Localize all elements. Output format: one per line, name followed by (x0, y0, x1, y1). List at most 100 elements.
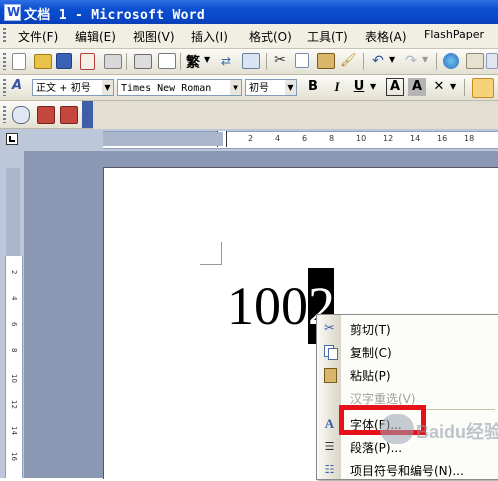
cut-icon[interactable]: ✂ (272, 52, 288, 68)
chevron-down-icon[interactable]: ▼ (370, 82, 376, 91)
ruler-tick-label: 10 (10, 374, 18, 383)
context-item-label: 剪切(T) (350, 323, 391, 337)
ruler-tick-label: 16 (437, 134, 448, 143)
margin-corner-mark (200, 242, 222, 265)
word-app-icon[interactable] (4, 4, 21, 21)
separator (180, 53, 181, 70)
character-scaling-icon[interactable]: ✕ (431, 79, 447, 95)
character-border-button[interactable]: A (386, 78, 404, 96)
separator (436, 53, 437, 70)
copy-icon[interactable] (295, 53, 309, 68)
separator (464, 79, 465, 96)
copy-icon (322, 344, 338, 360)
menu-table[interactable]: 表格(A) (365, 28, 407, 45)
toolbar-grip[interactable] (3, 106, 6, 123)
context-menu: ✂ 剪切(T) 复制(C) 粘贴(P) 汉字重选(V) A 字体(F)... ☰… (316, 314, 498, 480)
context-item-paste[interactable]: 粘贴(P) (317, 363, 498, 386)
toolbar-area-filler (93, 101, 498, 129)
hyperlink-icon[interactable] (443, 53, 459, 69)
chevron-down-icon[interactable]: ▼ (204, 55, 210, 64)
menu-edit[interactable]: 编辑(E) (75, 28, 116, 45)
email-icon[interactable] (104, 54, 122, 69)
extra-toolbar (0, 101, 93, 129)
font-icon: A (324, 416, 335, 431)
separator (126, 53, 127, 70)
chevron-down-icon[interactable]: ▼ (230, 80, 241, 95)
menu-file[interactable]: 文件(F) (18, 28, 58, 45)
vertical-ruler-margin (6, 168, 20, 256)
context-item-cut[interactable]: ✂ 剪切(T) (317, 317, 498, 340)
window-title: 文档 1 - Microsoft Word (24, 8, 206, 23)
print-icon[interactable] (134, 54, 152, 69)
open-folder-icon[interactable] (34, 54, 52, 69)
chevron-down-icon[interactable]: ▼ (285, 80, 296, 95)
styles-pane-icon[interactable]: A (12, 78, 22, 93)
document-text-normal: 100 (227, 276, 308, 336)
style-combo[interactable]: 正文 + 初号 ▼ (32, 79, 114, 96)
menu-insert[interactable]: 插入(I) (191, 28, 228, 45)
chevron-down-icon[interactable]: ▼ (422, 55, 428, 64)
menu-format[interactable]: 格式(O) (249, 28, 292, 45)
tables-borders-icon[interactable] (466, 53, 484, 69)
menu-bar: 文件(F) 编辑(E) 视图(V) 插入(I) 格式(O) 工具(T) 表格(A… (0, 24, 498, 49)
watermark-text: Baidu经验 (416, 422, 498, 442)
chevron-down-icon[interactable]: ▼ (450, 82, 456, 91)
traditional-chinese-button[interactable]: 繁 (186, 52, 200, 72)
undo-icon[interactable]: ↶ (370, 53, 386, 69)
toolbar-options-button[interactable] (82, 101, 93, 128)
standard-toolbar: 繁 ▼ ⇄ ✂ 🖌 ↶ ▼ ↷ ▼ (0, 49, 498, 75)
font-combo[interactable]: Times New Roman ▼ (117, 79, 242, 96)
paw-logo-icon (380, 414, 414, 444)
document-map-icon[interactable] (37, 106, 55, 124)
italic-button[interactable]: I (328, 78, 346, 96)
title-bar: 文档 1 - Microsoft Word (0, 0, 498, 24)
insert-table-icon[interactable] (486, 53, 498, 69)
tab-selector-button[interactable] (6, 133, 18, 145)
save-icon[interactable] (56, 53, 72, 69)
chevron-down-icon[interactable]: ▼ (102, 80, 113, 95)
research-icon[interactable] (242, 53, 260, 69)
permission-icon[interactable] (80, 53, 95, 70)
align-left-icon[interactable] (472, 78, 494, 98)
chevron-down-icon[interactable]: ▼ (389, 55, 395, 64)
separator (363, 53, 364, 70)
ruler-left-margin (103, 132, 223, 146)
vertical-ruler[interactable]: 2 4 6 8 10 12 14 16 (5, 256, 23, 478)
menubar-grip[interactable] (3, 28, 6, 44)
print-preview-icon[interactable] (158, 53, 176, 69)
format-painter-icon[interactable]: 🖌 (340, 53, 357, 69)
bullets-icon: ☷ (324, 463, 335, 476)
ruler-tick-label: 4 (10, 296, 18, 301)
ruler-tick-label: 12 (383, 134, 394, 143)
menu-flashpaper[interactable]: FlashPaper (424, 28, 484, 41)
new-document-icon[interactable] (12, 53, 26, 70)
scissors-icon: ✂ (324, 321, 335, 336)
ruler-tick-label: 10 (356, 134, 367, 143)
font-size-combo[interactable]: 初号 ▼ (245, 79, 297, 96)
toolbar-grip[interactable] (3, 79, 6, 96)
context-item-label: 复制(C) (350, 346, 392, 360)
menu-tools[interactable]: 工具(T) (307, 28, 348, 45)
style-value: 正文 + 初号 (36, 83, 91, 94)
context-item-copy[interactable]: 复制(C) (317, 340, 498, 363)
toolbar-grip[interactable] (3, 53, 6, 70)
bold-button[interactable]: B (304, 78, 322, 96)
ruler-tick-label: 6 (302, 134, 308, 143)
read-layout-icon[interactable] (60, 106, 78, 124)
ruler-tick-label: 6 (10, 322, 18, 327)
underline-button[interactable]: U (350, 78, 368, 96)
ruler-tick-label: 2 (10, 270, 18, 275)
character-shading-button[interactable]: A (408, 78, 426, 96)
ruler-tick-label: 18 (464, 134, 475, 143)
formatting-toolbar: A 正文 + 初号 ▼ Times New Roman ▼ 初号 ▼ B I U… (0, 75, 498, 101)
paste-icon[interactable] (317, 53, 335, 69)
convert-icon[interactable]: ⇄ (218, 53, 234, 69)
ruler-tick-label: 14 (410, 134, 421, 143)
ruler-tick-label: 8 (10, 348, 18, 353)
paragraph-icon: ☰ (324, 440, 335, 453)
drawing-icon[interactable] (12, 106, 30, 124)
menu-view[interactable]: 视图(V) (133, 28, 175, 45)
ruler-tick-label: 16 (10, 452, 18, 461)
redo-icon[interactable]: ↷ (403, 53, 419, 69)
font-value: Times New Roman (121, 83, 212, 94)
